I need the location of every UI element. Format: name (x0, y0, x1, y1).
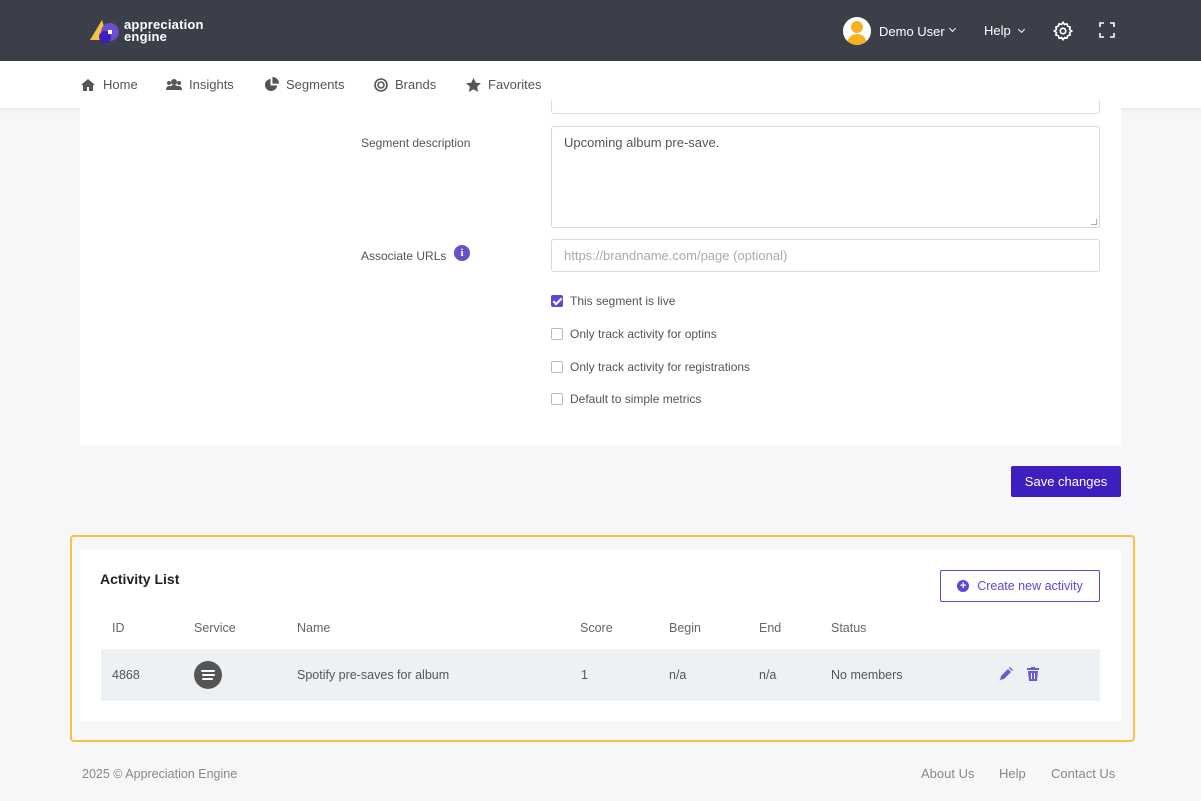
info-icon[interactable]: i (454, 245, 470, 261)
nav-item-brands[interactable]: Brands (374, 77, 436, 92)
nav-label: Brands (395, 77, 437, 92)
checkbox[interactable] (551, 361, 563, 373)
app-logo[interactable]: appreciation engine (88, 16, 204, 46)
cell-end: n/a (759, 668, 777, 682)
chevron-down-icon (1018, 25, 1026, 34)
column-header-begin[interactable]: Begin (669, 621, 701, 635)
star-icon (466, 77, 481, 92)
column-header-end[interactable]: End (759, 621, 781, 635)
checkbox-track-registrations[interactable]: Only track activity for registrations (551, 360, 750, 374)
segment-name-field[interactable] (551, 100, 1100, 114)
pie-chart-icon (264, 77, 279, 92)
user-menu[interactable]: Demo User (843, 17, 956, 45)
brand-name-line2: engine (124, 29, 168, 44)
chevron-down-icon (948, 24, 956, 32)
checkbox[interactable] (551, 393, 563, 405)
create-activity-button[interactable]: + Create new activity (940, 570, 1100, 602)
nav-item-insights[interactable]: Insights (166, 77, 234, 92)
checkbox-track-optins[interactable]: Only track activity for optins (551, 327, 717, 341)
trash-icon[interactable] (1027, 667, 1039, 684)
column-header-score[interactable]: Score (580, 621, 613, 635)
users-icon (166, 79, 182, 90)
edit-pencil-icon[interactable] (999, 667, 1013, 684)
resize-handle-icon[interactable] (1091, 219, 1097, 225)
nav-item-segments[interactable]: Segments (264, 77, 345, 92)
footer-link-help[interactable]: Help (999, 766, 1026, 781)
associate-urls-label: Associate URLs (361, 249, 447, 263)
cell-begin: n/a (669, 668, 687, 682)
highlight-frame (70, 535, 1135, 742)
segment-description-value: Upcoming album pre-save. (564, 135, 720, 150)
user-name: Demo User (879, 23, 945, 39)
footer-link-contact[interactable]: Contact Us (1051, 766, 1115, 781)
checkbox-simple-metrics[interactable]: Default to simple metrics (551, 392, 701, 406)
column-header-status[interactable]: Status (831, 621, 866, 635)
help-label: Help (984, 23, 1011, 38)
nav-label: Insights (189, 77, 234, 92)
checkbox-label: Only track activity for registrations (570, 360, 751, 374)
save-changes-button[interactable]: Save changes (1011, 466, 1121, 497)
logo-mark-icon (88, 16, 122, 46)
nav-item-favorites[interactable]: Favorites (466, 77, 541, 92)
create-activity-label: Create new activity (977, 579, 1083, 593)
help-menu[interactable]: Help (984, 23, 1026, 38)
nav-item-home[interactable]: Home (80, 77, 138, 92)
top-bar: appreciation engine Demo User Help (0, 0, 1201, 61)
associate-urls-input[interactable] (551, 239, 1100, 272)
plus-circle-icon: + (957, 580, 970, 592)
column-header-id[interactable]: ID (112, 621, 125, 635)
checkbox-label: Default to simple metrics (570, 392, 702, 406)
home-icon (81, 78, 95, 91)
avatar (843, 17, 871, 45)
nav-label: Segments (286, 77, 345, 92)
checkbox[interactable] (551, 295, 563, 307)
cell-name: Spotify pre-saves for album (297, 668, 450, 682)
nav-label: Home (103, 77, 138, 92)
segment-description-textarea[interactable]: Upcoming album pre-save. (551, 126, 1100, 228)
target-icon (374, 77, 388, 92)
cell-score: 1 (581, 668, 588, 682)
checkbox-label: Only track activity for optins (570, 327, 717, 341)
checkbox-label: This segment is live (570, 294, 676, 308)
segment-description-label: Segment description (361, 136, 471, 150)
checkbox-segment-live[interactable]: This segment is live (551, 294, 675, 308)
gear-icon[interactable] (1052, 20, 1074, 45)
column-header-name[interactable]: Name (297, 621, 330, 635)
footer-copyright: 2025 © Appreciation Engine (82, 767, 238, 781)
footer-link-about[interactable]: About Us (921, 766, 974, 781)
cell-status: No members (831, 668, 903, 682)
nav-label: Favorites (488, 77, 542, 92)
checkbox[interactable] (551, 328, 563, 340)
table-row[interactable] (101, 649, 1100, 701)
column-header-service[interactable]: Service (194, 621, 236, 635)
activity-list-title: Activity List (100, 571, 180, 587)
fullscreen-icon[interactable] (1099, 22, 1115, 41)
spotify-icon (194, 661, 222, 689)
cell-id: 4868 (112, 668, 140, 682)
